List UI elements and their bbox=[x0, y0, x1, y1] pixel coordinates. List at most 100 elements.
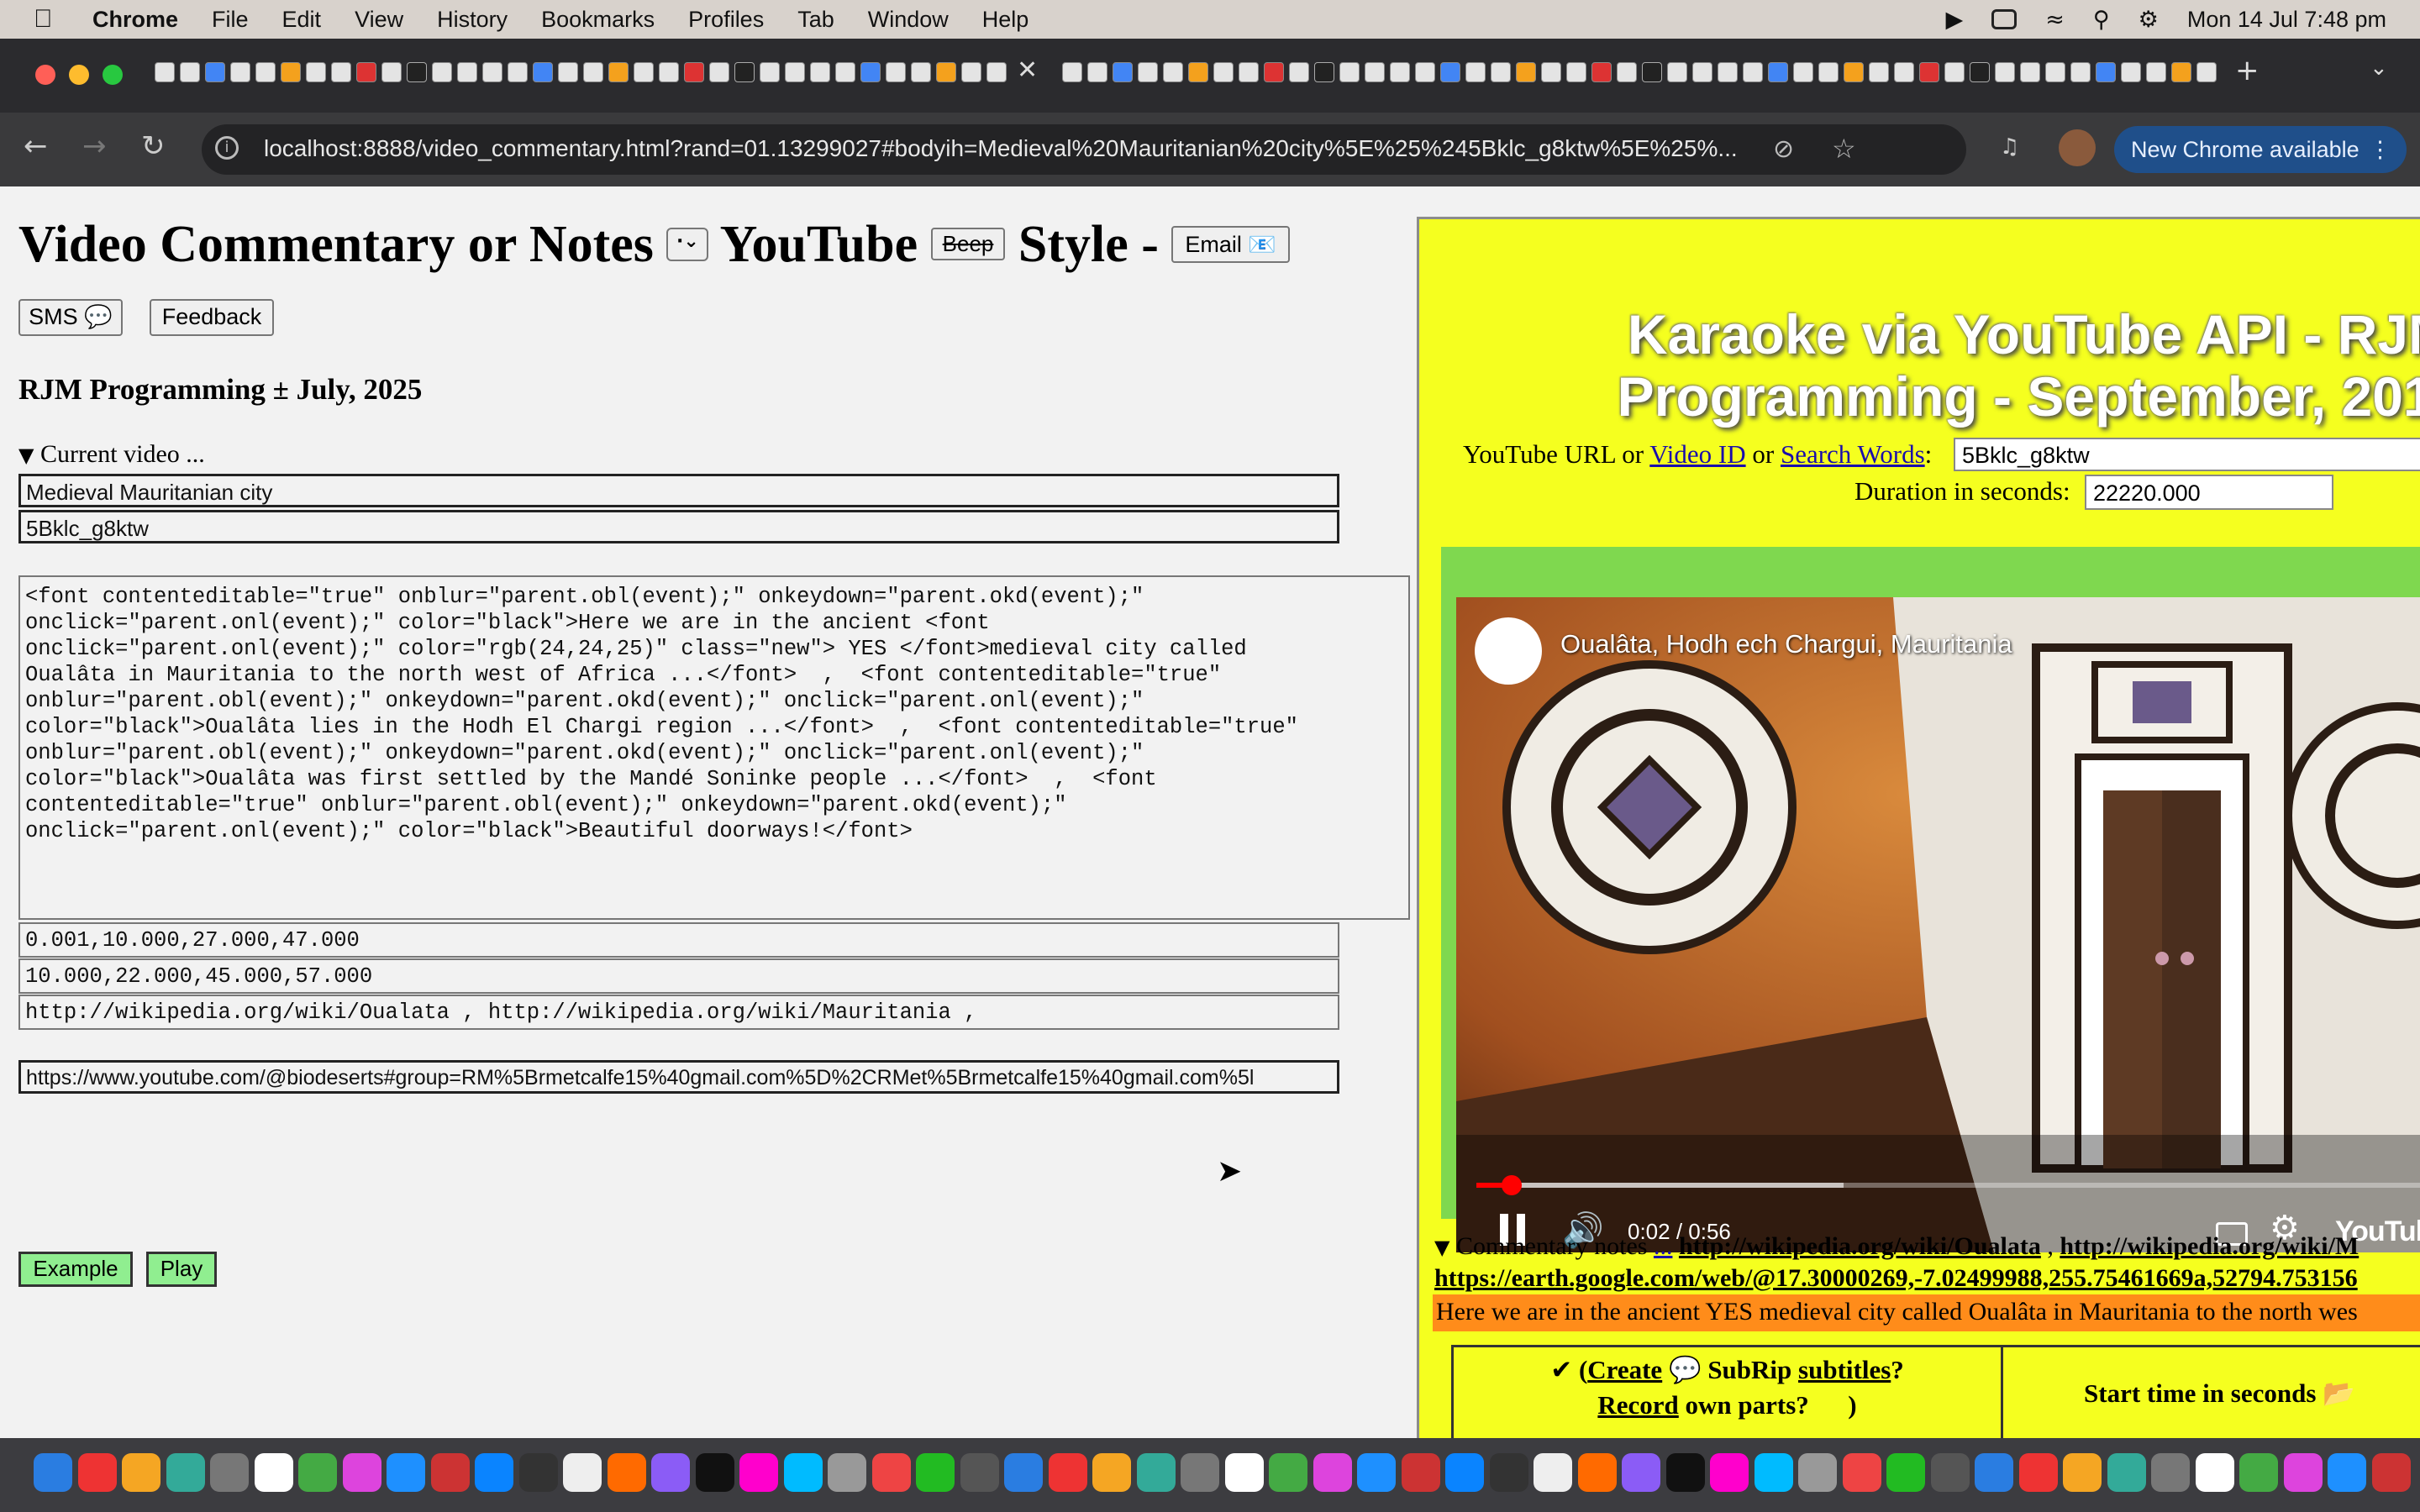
battery-icon[interactable] bbox=[1991, 9, 2018, 29]
tab-favicon[interactable] bbox=[1591, 62, 1612, 82]
dock-app-icon[interactable] bbox=[166, 1453, 205, 1492]
tab-favicon[interactable] bbox=[961, 62, 981, 82]
wikipedia-oualata-link[interactable]: http://wikipedia.org/wiki/Oualata bbox=[1679, 1232, 2041, 1260]
dock-app-icon[interactable] bbox=[1269, 1453, 1307, 1492]
dock-app-icon[interactable] bbox=[122, 1453, 160, 1492]
subtitles-link[interactable]: subtitles bbox=[1798, 1355, 1891, 1384]
tab-favicon[interactable] bbox=[2146, 62, 2166, 82]
tab-favicon[interactable] bbox=[1768, 62, 1788, 82]
menu-window[interactable]: Window bbox=[868, 7, 949, 33]
menu-view[interactable]: View bbox=[355, 7, 403, 33]
dock-app-icon[interactable] bbox=[1665, 1453, 1705, 1492]
tab-favicon[interactable] bbox=[1541, 62, 1561, 82]
tab-favicon[interactable] bbox=[2070, 62, 2091, 82]
dock-app-icon[interactable] bbox=[430, 1453, 470, 1492]
search-words-link[interactable]: Search Words bbox=[1781, 439, 1925, 469]
dock-app-icon[interactable] bbox=[475, 1453, 513, 1492]
email-button[interactable]: Email 📧 bbox=[1171, 225, 1291, 263]
dock-app-icon[interactable] bbox=[2107, 1453, 2146, 1492]
dock-app-icon[interactable] bbox=[1798, 1453, 1837, 1492]
minimize-window-button[interactable] bbox=[69, 65, 89, 85]
media-controls-icon[interactable]: ♫ bbox=[2000, 134, 2019, 160]
dock-app-icon[interactable] bbox=[1842, 1453, 1881, 1492]
tab-favicon[interactable] bbox=[659, 62, 679, 82]
karaoke-iframe[interactable]: Karaoke via YouTube API - RJM Programmin… bbox=[1417, 217, 2420, 1438]
menu-profiles[interactable]: Profiles bbox=[688, 7, 764, 33]
tab-favicon[interactable] bbox=[1087, 62, 1107, 82]
tab-favicon[interactable] bbox=[1718, 62, 1738, 82]
dock-app-icon[interactable] bbox=[210, 1453, 249, 1492]
tab-favicon[interactable] bbox=[886, 62, 906, 82]
dock-app-icon[interactable] bbox=[518, 1453, 558, 1492]
dock-app-icon[interactable] bbox=[2063, 1453, 2102, 1492]
dock-app-icon[interactable] bbox=[387, 1453, 425, 1492]
current-video-summary[interactable]: ▼ Current video ... bbox=[18, 440, 205, 469]
dock-app-icon[interactable] bbox=[651, 1453, 690, 1492]
share-url-input[interactable]: https://www.youtube.com/@biodeserts#grou… bbox=[18, 1060, 1339, 1094]
close-window-button[interactable] bbox=[35, 65, 55, 85]
profile-avatar[interactable] bbox=[2059, 129, 2096, 166]
menu-clock[interactable]: Mon 14 Jul 7:48 pm bbox=[2187, 7, 2386, 33]
tab-favicon[interactable] bbox=[1818, 62, 1839, 82]
tab-favicon[interactable] bbox=[1314, 62, 1334, 82]
record-link[interactable]: Record bbox=[1597, 1390, 1678, 1420]
start-times-textarea[interactable]: 0.001,10.000,27.000,47.000 bbox=[18, 922, 1339, 958]
tab-favicon[interactable] bbox=[533, 62, 553, 82]
tab-search-icon[interactable]: ⌄ bbox=[2370, 55, 2388, 81]
tab-favicon[interactable] bbox=[230, 62, 250, 82]
tab-favicon[interactable] bbox=[255, 62, 276, 82]
play-button[interactable]: Play bbox=[146, 1252, 217, 1287]
tab-favicon[interactable] bbox=[1995, 62, 2015, 82]
dock-app-icon[interactable] bbox=[2239, 1453, 2278, 1492]
tab-favicon[interactable] bbox=[1617, 62, 1637, 82]
dock-app-icon[interactable] bbox=[1710, 1453, 1749, 1492]
tab-favicon[interactable] bbox=[911, 62, 931, 82]
tab-favicon[interactable] bbox=[1894, 62, 1914, 82]
dock-app-icon[interactable] bbox=[34, 1453, 72, 1492]
wifi-icon[interactable]: ≈ bbox=[2045, 7, 2065, 33]
commentary-notes-summary[interactable]: ▼ Commentary notes ... http://wikipedia.… bbox=[1434, 1232, 2359, 1261]
tab-favicon[interactable] bbox=[1642, 62, 1662, 82]
youtube-url-input[interactable]: 5Bklc_g8ktw bbox=[1954, 438, 2420, 471]
dock-app-icon[interactable] bbox=[916, 1453, 955, 1492]
tab-favicons-right[interactable] bbox=[1062, 62, 2217, 87]
bookmark-star-icon[interactable]: ☆ bbox=[1832, 133, 1856, 165]
tab-favicon[interactable] bbox=[2045, 62, 2065, 82]
tab-favicon[interactable] bbox=[1491, 62, 1511, 82]
tab-favicon[interactable] bbox=[1944, 62, 1965, 82]
menu-help[interactable]: Help bbox=[982, 7, 1029, 33]
dock-app-icon[interactable] bbox=[1004, 1453, 1043, 1492]
dock-app-icon[interactable] bbox=[1975, 1453, 2013, 1492]
links-textarea[interactable]: http://wikipedia.org/wiki/Oualata , http… bbox=[18, 995, 1339, 1030]
tab-favicon[interactable] bbox=[684, 62, 704, 82]
search-icon[interactable]: ⚲ bbox=[2093, 7, 2110, 33]
dock-app-icon[interactable] bbox=[871, 1453, 911, 1492]
dock-app-icon[interactable] bbox=[1534, 1453, 1572, 1492]
sms-button[interactable]: SMS 💬 bbox=[18, 299, 123, 336]
menu-history[interactable]: History bbox=[437, 7, 508, 33]
tab-favicon[interactable] bbox=[734, 62, 755, 82]
menu-app-name[interactable]: Chrome bbox=[92, 7, 178, 33]
address-bar[interactable]: i localhost:8888/video_commentary.html?r… bbox=[202, 124, 1966, 175]
tab-favicon[interactable] bbox=[1667, 62, 1687, 82]
video-title[interactable]: Oualâta, Hodh ech Chargui, Mauritania bbox=[1560, 629, 2012, 659]
tab-favicon[interactable] bbox=[608, 62, 629, 82]
dock-app-icon[interactable] bbox=[254, 1453, 293, 1492]
dock-app-icon[interactable] bbox=[563, 1453, 602, 1492]
example-button[interactable]: Example bbox=[18, 1252, 133, 1287]
more-menu-icon[interactable]: ⋮ bbox=[2369, 126, 2391, 173]
forward-icon[interactable]: → bbox=[82, 129, 107, 163]
dock-app-icon[interactable] bbox=[298, 1453, 337, 1492]
control-center-icon[interactable]: ⚙ bbox=[2139, 7, 2159, 33]
duration-input[interactable]: 22220.000 bbox=[2085, 475, 2333, 510]
menu-bookmarks[interactable]: Bookmarks bbox=[541, 7, 655, 33]
tab-favicon[interactable] bbox=[1793, 62, 1813, 82]
tab-favicon[interactable] bbox=[2121, 62, 2141, 82]
dock-app-icon[interactable] bbox=[2328, 1453, 2366, 1492]
tab-favicon[interactable] bbox=[180, 62, 200, 82]
tab-favicon[interactable] bbox=[1844, 62, 1864, 82]
menu-tab[interactable]: Tab bbox=[797, 7, 834, 33]
dock-app-icon[interactable] bbox=[77, 1453, 117, 1492]
dock-app-icon[interactable] bbox=[1886, 1453, 1925, 1492]
dock-app-icon[interactable] bbox=[1930, 1453, 1970, 1492]
